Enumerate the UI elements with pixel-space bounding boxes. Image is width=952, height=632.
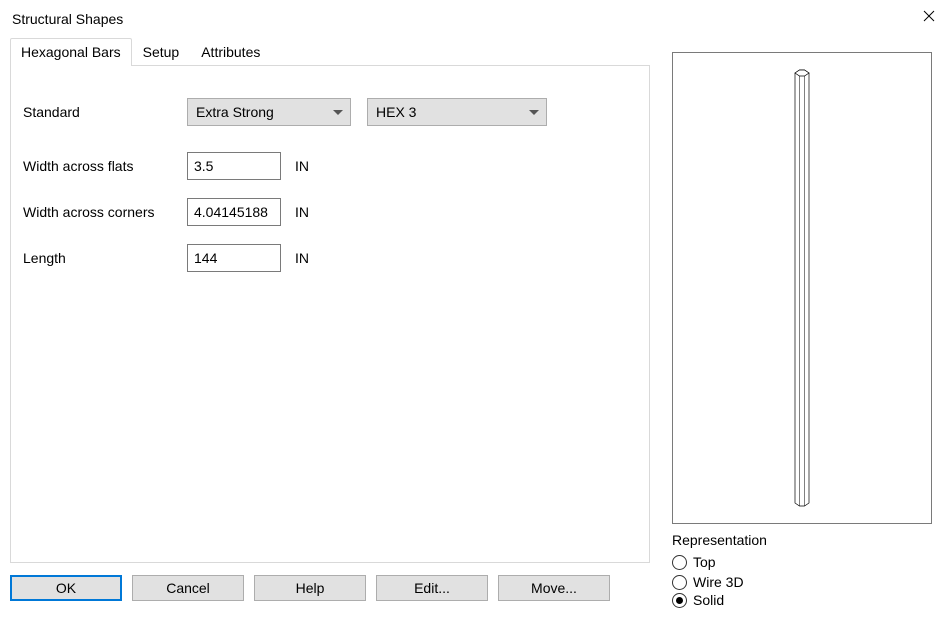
cancel-button[interactable]: Cancel [132,575,244,601]
label-width-across-corners: Width across corners [23,204,187,220]
close-button[interactable] [906,0,952,32]
input-width-across-corners[interactable] [187,198,281,226]
ok-button[interactable]: OK [10,575,122,601]
button-row: OK Cancel Help Edit... Move... [10,575,650,601]
radio-wire3d-label: Wire 3D [693,574,744,590]
move-button[interactable]: Move... [498,575,610,601]
tab-attributes[interactable]: Attributes [190,38,271,66]
radio-solid-label: Solid [693,592,724,608]
input-length[interactable] [187,244,281,272]
unit-waf: IN [295,158,309,174]
radio-top-label: Top [693,554,716,570]
tab-hexagonal-bars[interactable]: Hexagonal Bars [10,38,132,66]
unit-length: IN [295,250,309,266]
title-bar: Structural Shapes [0,0,952,38]
radio-top[interactable]: Top [672,552,932,572]
input-width-across-flats[interactable] [187,152,281,180]
label-width-across-flats: Width across flats [23,158,187,174]
close-icon [923,10,935,22]
radio-icon [672,575,687,590]
help-button[interactable]: Help [254,575,366,601]
label-length: Length [23,250,187,266]
tab-panel-hexagonal-bars: Standard Extra Strong HEX 3 Width across… [10,65,650,563]
select-hex[interactable]: HEX 3 [367,98,547,126]
tab-setup[interactable]: Setup [132,38,191,66]
radio-solid[interactable]: Solid [672,592,932,608]
window-title: Structural Shapes [12,11,123,27]
radio-wire3d[interactable]: Wire 3D [672,572,932,592]
radio-icon [672,593,687,608]
radio-icon [672,555,687,570]
edit-button[interactable]: Edit... [376,575,488,601]
hex-bar-preview-icon [793,68,811,508]
select-standard[interactable]: Extra Strong [187,98,351,126]
unit-wac: IN [295,204,309,220]
preview-pane [672,52,932,524]
representation-group: Representation Top Wire 3D Solid [672,532,932,608]
label-standard: Standard [23,104,187,120]
representation-label: Representation [672,532,932,548]
tab-bar: Hexagonal Bars Setup Attributes [10,38,650,66]
